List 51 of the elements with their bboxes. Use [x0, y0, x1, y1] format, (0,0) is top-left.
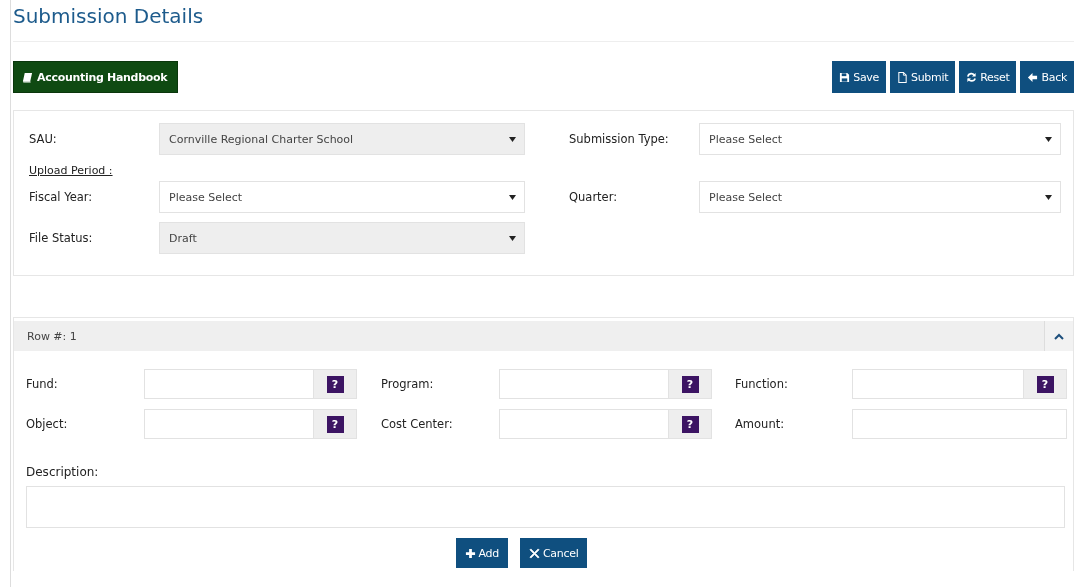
row-label: Row #: 1 — [26, 329, 77, 343]
field-label: Amount: — [735, 417, 786, 431]
caret-icon — [509, 235, 516, 241]
help-button[interactable]: ? — [681, 375, 699, 393]
arrow-left-icon — [1027, 71, 1039, 83]
input-field[interactable]: ? — [499, 369, 712, 399]
field-label: Quarter: — [569, 190, 619, 204]
caret-icon — [509, 136, 516, 142]
page-title: Submission Details — [13, 0, 1074, 42]
input-field[interactable]: ? — [144, 369, 357, 399]
field-label: Fund: — [26, 377, 59, 391]
book-icon — [22, 71, 33, 83]
field-label: File Status: — [29, 231, 94, 245]
dropdown[interactable]: Please Select — [699, 123, 1061, 155]
section-heading: Upload Period : — [29, 164, 114, 177]
caret-icon — [1045, 194, 1052, 200]
help-button[interactable]: ? — [681, 415, 699, 433]
back-button[interactable]: Back — [1020, 61, 1074, 93]
dropdown[interactable]: Please Select — [699, 181, 1061, 213]
description-field[interactable] — [26, 486, 1065, 528]
field-label: Object: — [26, 417, 69, 431]
field-label: Fiscal Year: — [29, 190, 94, 204]
field-label: SAU: — [29, 132, 58, 146]
caret-icon — [509, 194, 516, 200]
input-field[interactable]: ? — [499, 409, 712, 439]
field-label: Cost Center: — [381, 417, 454, 431]
cancel-button[interactable]: Cancel — [519, 538, 588, 568]
help-button[interactable]: ? — [326, 375, 344, 393]
reset-button[interactable]: Reset — [959, 61, 1017, 93]
chevron-up-icon — [1054, 332, 1064, 340]
save-button[interactable]: Save — [832, 61, 886, 93]
input-field[interactable] — [852, 409, 1067, 439]
field-label: Submission Type: — [569, 132, 670, 146]
help-button[interactable]: ? — [1036, 375, 1054, 393]
plus-icon — [464, 547, 476, 559]
document-icon — [897, 71, 908, 83]
add-button[interactable]: Add — [455, 538, 508, 568]
x-icon — [528, 547, 540, 559]
field-label: Function: — [735, 377, 789, 391]
handbook-button[interactable]: Accounting Handbook — [13, 61, 179, 93]
dropdown: Draft — [159, 222, 525, 254]
dropdown[interactable]: Please Select — [159, 181, 525, 213]
field-label: Description: — [25, 464, 100, 479]
field-label: Program: — [381, 377, 435, 391]
dropdown: Cornville Regional Charter School — [159, 123, 525, 155]
input-field[interactable]: ? — [144, 409, 357, 439]
caret-icon — [1045, 136, 1052, 142]
input-field[interactable]: ? — [852, 369, 1067, 399]
refresh-icon — [966, 71, 978, 83]
submit-button[interactable]: Submit — [890, 61, 956, 93]
help-button[interactable]: ? — [326, 415, 344, 433]
